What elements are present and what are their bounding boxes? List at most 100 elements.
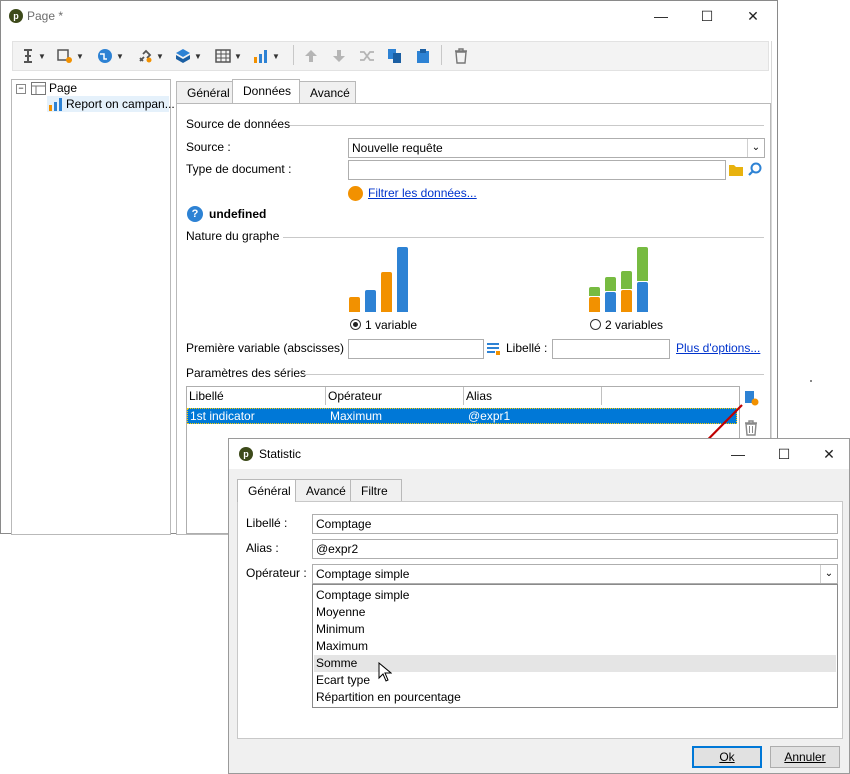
- maximize-icon: ☐: [700, 8, 714, 24]
- filter-tool-button[interactable]: ▼: [57, 44, 84, 68]
- arrow-down-icon: [333, 50, 345, 62]
- tab-avance[interactable]: Avancé: [299, 81, 356, 103]
- search-icon[interactable]: [748, 162, 762, 176]
- bar-mark: [605, 292, 616, 312]
- folder-icon[interactable]: [729, 163, 743, 176]
- shuffle-button[interactable]: [359, 44, 375, 68]
- bar-mark: [349, 297, 360, 312]
- source-label: Source :: [186, 140, 231, 154]
- table-icon: [215, 49, 231, 63]
- dropdown-option[interactable]: Répartition en pourcentage: [314, 689, 836, 706]
- decorative-dot: [810, 380, 812, 382]
- text-cursor-icon: [24, 49, 32, 63]
- maximize-button[interactable]: ☐: [684, 1, 730, 31]
- copy-button[interactable]: [387, 44, 403, 68]
- statistic-dialog: p Statistic — ☐ ✕ Général Avancé Filtre …: [228, 438, 850, 774]
- chevron-down-icon: ▼: [76, 51, 84, 61]
- cube-tool-button[interactable]: ▼: [175, 44, 202, 68]
- chart-tool-button[interactable]: ▼: [253, 44, 280, 68]
- minimize-button[interactable]: —: [715, 439, 761, 469]
- link-tool-button[interactable]: ▼: [137, 44, 164, 68]
- move-up-button[interactable]: [303, 44, 319, 68]
- source-value: Nouvelle requête: [352, 141, 443, 155]
- ok-label: Ok: [719, 750, 735, 764]
- toolbar-separator: [293, 45, 294, 65]
- bar-mark: [381, 272, 392, 312]
- divider: [290, 125, 764, 126]
- close-button[interactable]: ✕: [806, 439, 850, 469]
- tab-donnees[interactable]: Données: [232, 79, 300, 103]
- bar-mark: [621, 271, 632, 289]
- list-icon[interactable]: [486, 342, 500, 356]
- bar-mark: [621, 290, 632, 312]
- cancel-label: Annuler: [784, 750, 826, 764]
- dialog-title: Statistic: [259, 447, 302, 461]
- radio-2-variables[interactable]: [590, 319, 601, 330]
- maximize-button[interactable]: ☐: [761, 439, 807, 469]
- tab-avance[interactable]: Avancé: [295, 479, 351, 501]
- dropdown-option[interactable]: Maximum: [314, 638, 836, 655]
- ok-button[interactable]: Ok: [692, 746, 762, 768]
- filter-icon: [57, 49, 72, 63]
- dropdown-option[interactable]: Ecart type: [314, 672, 836, 689]
- libelle-input[interactable]: [552, 339, 670, 359]
- graph-2-variables-image[interactable]: [589, 247, 651, 312]
- table-tool-button[interactable]: ▼: [215, 44, 242, 68]
- doctype-label: Type de document :: [186, 162, 292, 176]
- operator-select[interactable]: Comptage simple ⌄: [312, 564, 838, 584]
- radio-1-variable[interactable]: [350, 319, 361, 330]
- doctype-input[interactable]: [348, 160, 726, 180]
- close-icon: ✕: [747, 8, 759, 24]
- arrow-up-icon: [305, 50, 317, 62]
- close-button[interactable]: ✕: [730, 1, 776, 31]
- tree-child-item[interactable]: Report on campan...: [47, 96, 175, 112]
- tab-general[interactable]: Général: [176, 81, 233, 103]
- help-icon: ?: [187, 206, 203, 222]
- minimize-button[interactable]: —: [638, 1, 684, 31]
- chart-icon: [254, 50, 267, 63]
- cursor-icon: [378, 662, 392, 682]
- operator-value: Comptage simple: [316, 567, 410, 581]
- dropdown-option[interactable]: Comptage simple: [314, 587, 836, 604]
- dropdown-option[interactable]: Moyenne: [314, 604, 836, 621]
- stat-alias-label: Alias :: [246, 541, 279, 555]
- bar-mark: [589, 297, 600, 312]
- dialog-tabs: Général Avancé Filtre: [237, 479, 537, 502]
- source-select[interactable]: Nouvelle requête ⌄: [348, 138, 765, 158]
- toolbar: ▼ ▼ ▼ ▼ ▼ ▼ ▼: [12, 41, 769, 71]
- tab-filtre[interactable]: Filtre: [350, 479, 402, 501]
- stat-libelle-input[interactable]: Comptage: [312, 514, 838, 534]
- move-down-button[interactable]: [331, 44, 347, 68]
- column-header[interactable]: Opérateur: [326, 387, 464, 405]
- bar-mark: [397, 247, 408, 312]
- operator-dropdown: Comptage simple Moyenne Minimum Maximum …: [312, 584, 838, 708]
- dropdown-option-hovered[interactable]: Somme: [314, 655, 836, 672]
- bar-mark: [637, 282, 648, 312]
- more-options-link[interactable]: Plus d'options...: [676, 341, 760, 355]
- bar-mark: [589, 287, 600, 296]
- window-title: Page *: [27, 9, 64, 23]
- globe-tool-button[interactable]: ▼: [97, 44, 124, 68]
- column-header[interactable]: Alias: [464, 387, 602, 405]
- chevron-down-icon: ▼: [156, 51, 164, 61]
- tab-general[interactable]: Général: [237, 479, 296, 502]
- tree-expander[interactable]: −: [16, 84, 26, 94]
- close-icon: ✕: [823, 446, 835, 462]
- graph-1-variable-image[interactable]: [349, 247, 411, 312]
- page-icon: [31, 82, 46, 95]
- cube-icon: [176, 49, 190, 63]
- cancel-button[interactable]: Annuler: [770, 746, 840, 768]
- stat-alias-input[interactable]: @expr2: [312, 539, 838, 559]
- text-tool-button[interactable]: ▼: [21, 44, 46, 68]
- main-titlebar: p Page * — ☐ ✕: [1, 1, 777, 31]
- table-cell: Maximum: [330, 409, 383, 423]
- delete-button[interactable]: [453, 44, 469, 68]
- paste-button[interactable]: [415, 44, 431, 68]
- column-header[interactable]: Libellé: [187, 387, 326, 405]
- dropdown-option[interactable]: Minimum: [314, 621, 836, 638]
- tree-root-label[interactable]: Page: [49, 81, 77, 95]
- chart-icon: [49, 98, 62, 111]
- filter-link[interactable]: Filtrer les données...: [368, 186, 477, 200]
- first-variable-input[interactable]: [348, 339, 484, 359]
- graph-section-title: Nature du graphe: [186, 229, 280, 243]
